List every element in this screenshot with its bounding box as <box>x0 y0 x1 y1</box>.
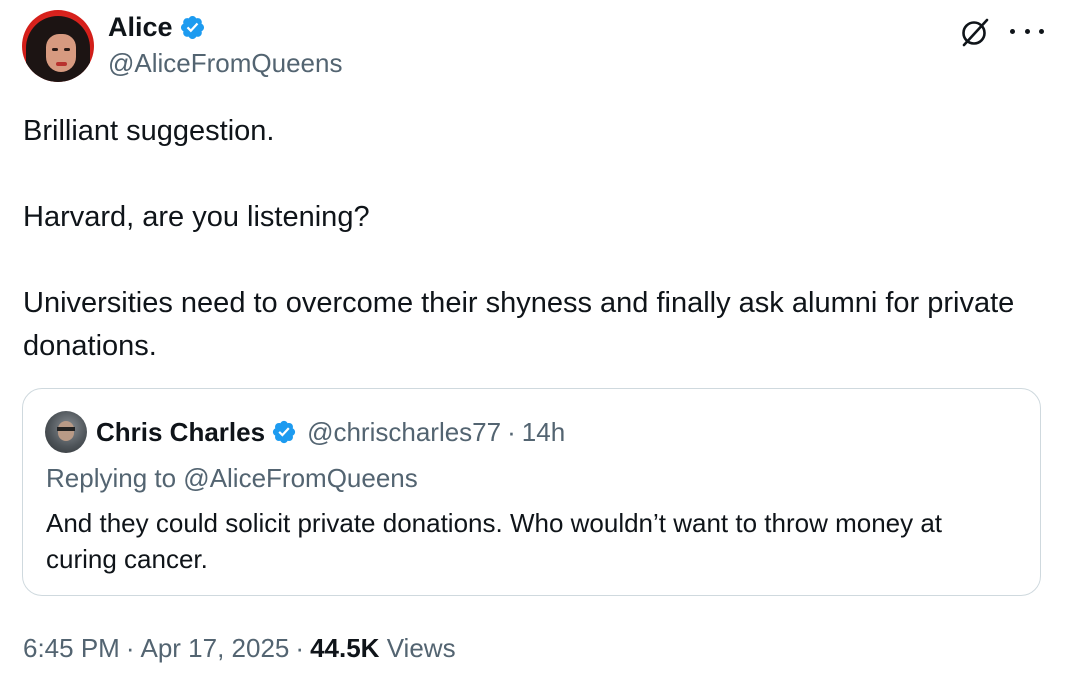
quoted-tweet[interactable]: Chris Charles @chrischarles77 · 14h Repl… <box>22 388 1041 596</box>
more-dot <box>1024 28 1030 34</box>
avatar-face <box>46 34 76 72</box>
quoted-text: And they could solicit private donations… <box>46 508 943 574</box>
separator-dot: · <box>507 416 516 447</box>
more-options-icon[interactable] <box>1010 20 1044 42</box>
verified-badge-icon <box>272 420 296 444</box>
separator-dot: · <box>125 633 135 663</box>
quoted-timestamp[interactable]: 14h <box>522 417 565 448</box>
grok-icon[interactable] <box>958 15 992 49</box>
tweet-meta: 6:45 PM · Apr 17, 2025 · 44.5K Views <box>23 630 456 666</box>
quoted-handle[interactable]: @chrischarles77 <box>307 417 501 448</box>
tweet-text: Brilliant suggestion. Harvard, are you l… <box>23 110 1033 368</box>
avatar-face <box>58 421 74 441</box>
quoted-author-avatar[interactable] <box>45 411 87 453</box>
more-dot <box>1010 28 1015 34</box>
separator-dot: · <box>295 633 305 663</box>
avatar-lips <box>56 62 67 66</box>
tweet-paragraph: Universities need to overcome their shyn… <box>23 287 1015 362</box>
views-count: 44.5K <box>310 633 380 663</box>
verified-badge-icon <box>180 15 204 39</box>
author-name-row[interactable]: Alice <box>108 11 206 43</box>
author-handle[interactable]: @AliceFromQueens <box>108 48 342 78</box>
tweet-paragraph: Harvard, are you listening? <box>23 201 370 233</box>
tweet-card: Alice @AliceFromQueens Brilliant suggest… <box>0 0 1070 678</box>
avatar-eye-left <box>52 48 58 51</box>
author-display-name[interactable]: Alice <box>108 11 173 43</box>
tweet-paragraph: Brilliant suggestion. <box>23 115 275 147</box>
quoted-display-name[interactable]: Chris Charles <box>96 417 265 448</box>
tweet-time[interactable]: 6:45 PM <box>23 633 120 663</box>
replying-to: Replying to @AliceFromQueens <box>46 463 418 493</box>
views-label: Views <box>386 633 456 663</box>
author-avatar[interactable] <box>22 10 94 82</box>
more-dot <box>1039 28 1044 34</box>
quoted-header: Chris Charles @chrischarles77 · 14h <box>96 415 565 449</box>
avatar-eye-right <box>64 48 70 51</box>
avatar-glasses <box>57 427 75 431</box>
tweet-date[interactable]: Apr 17, 2025 <box>141 633 290 663</box>
